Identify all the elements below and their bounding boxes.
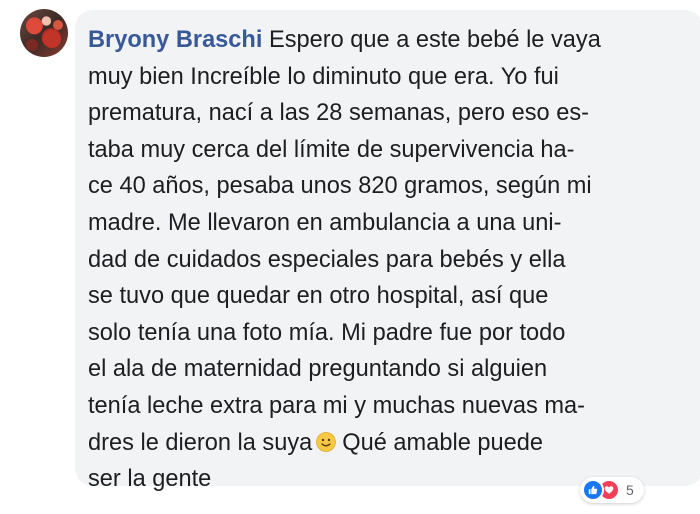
reaction-count: 5 xyxy=(626,482,634,498)
comment-line: tenía leche extra para mi y muchas nueva… xyxy=(88,392,586,419)
comment-line: ce 40 años, pesaba unos 820 gramos, segú… xyxy=(88,173,592,200)
comment-line: taba muy cerca del límite de supervivenc… xyxy=(88,136,575,163)
comment-line: madre. Me llevaron en ambulancia a una u… xyxy=(88,209,562,236)
comment-line: solo tenía una foto mía. Mi padre fue po… xyxy=(88,319,566,346)
avatar-photo xyxy=(26,17,63,51)
comment-line: Bryony Braschi Espero que a este bebé le… xyxy=(88,22,673,59)
avatar[interactable] xyxy=(20,9,68,57)
author-name[interactable]: Bryony Braschi xyxy=(88,27,262,53)
comment-line: muy bien Increíble lo diminuto que era. … xyxy=(88,63,559,90)
comment-line: el ala de maternidad preguntando si algu… xyxy=(88,356,548,383)
comment-line: dres le dieron la suya Qué amable puede xyxy=(88,425,673,462)
comment-text: Qué amable puede xyxy=(342,429,543,456)
comment-text: dres le dieron la suya xyxy=(88,429,313,456)
comment-line: dad de cuidados especiales para bebés y … xyxy=(88,246,566,273)
reactions-summary[interactable]: 5 xyxy=(580,477,644,503)
like-icon xyxy=(582,479,604,501)
comment-line: prematura, nací a las 28 semanas, pero e… xyxy=(88,100,589,127)
comment-text: Espero que a este bebé le vaya xyxy=(268,27,601,53)
comment-body: Bryony Braschi Espero que a este bebé le… xyxy=(88,22,673,498)
smiling-face-emoji-icon xyxy=(316,427,337,452)
comment-line: se tuvo que quedar en otro hospital, así… xyxy=(88,283,549,310)
